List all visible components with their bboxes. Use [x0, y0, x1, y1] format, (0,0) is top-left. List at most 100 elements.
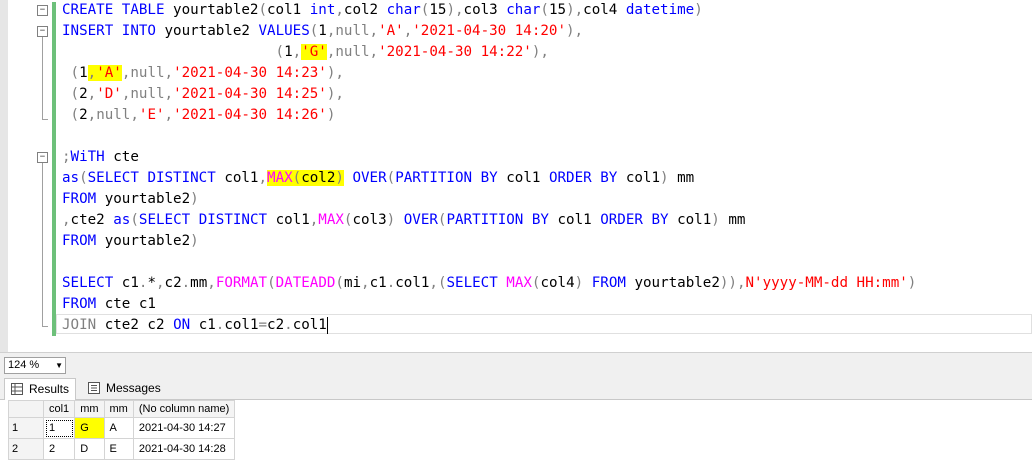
- code-token: col3: [352, 212, 387, 228]
- grid-cell[interactable]: 2: [42, 438, 76, 460]
- grid-corner[interactable]: [8, 400, 44, 418]
- code-token: 'A': [378, 23, 404, 39]
- code-token: char: [386, 2, 421, 18]
- code-line[interactable]: (2,null,'E','2021-04-30 14:26'): [62, 105, 336, 126]
- code-line[interactable]: SELECT c1.*,c2.mm,FORMAT(DATEADD(mi,c1.c…: [62, 273, 916, 294]
- grid-cell[interactable]: 2021-04-30 14:28: [132, 438, 236, 460]
- table-row[interactable]: 1 1 G A 2021-04-30 14:27: [8, 417, 236, 439]
- code-token: c1: [369, 275, 387, 291]
- tab-messages[interactable]: Messages: [82, 378, 162, 399]
- code-token: ,: [361, 275, 370, 291]
- code-token: as: [113, 212, 131, 228]
- editor-statusbar: 124 % ▼: [0, 352, 1032, 375]
- code-token: 15: [548, 2, 567, 18]
- code-token: BY: [651, 212, 678, 228]
- code-token: ,: [164, 86, 174, 102]
- column-header[interactable]: mm: [103, 400, 134, 418]
- grid-cell[interactable]: 2021-04-30 14:27: [132, 417, 236, 439]
- code-token: ),: [566, 2, 584, 18]
- code-line[interactable]: (1,'G',null,'2021-04-30 14:22'),: [62, 42, 549, 63]
- fold-toggle-icon[interactable]: −: [37, 152, 48, 163]
- code-line[interactable]: as(SELECT DISTINCT col1,MAX(col2) OVER(P…: [62, 168, 694, 189]
- code-line[interactable]: ,cte2 as(SELECT DISTINCT col1,MAX(col3) …: [62, 210, 745, 231]
- code-line[interactable]: (1,'A',null,'2021-04-30 14:23'),: [62, 63, 344, 84]
- code-token: 1: [318, 23, 327, 39]
- code-token: ,: [369, 23, 379, 39]
- code-token: ,: [207, 275, 216, 291]
- code-line[interactable]: CREATE TABLE yourtable2(col1 int,col2 ch…: [62, 0, 703, 21]
- grid-cell[interactable]: 1: [42, 417, 76, 439]
- code-token: ,: [258, 170, 268, 186]
- code-token: DISTINCT: [198, 212, 276, 228]
- grid-cell[interactable]: D: [74, 438, 105, 460]
- fold-guide-end: [42, 326, 48, 327]
- text-caret: [326, 316, 328, 334]
- code-token: (: [540, 2, 549, 18]
- tab-results[interactable]: Results: [4, 378, 76, 400]
- code-token: col1: [506, 170, 549, 186]
- code-token: 'D': [96, 86, 122, 102]
- code-token: DISTINCT: [147, 170, 225, 186]
- code-token: SELECT: [62, 275, 122, 291]
- code-token: ;: [62, 149, 71, 165]
- code-token: null: [130, 86, 165, 102]
- code-token: yourtable2: [104, 233, 191, 249]
- code-token: 15: [429, 2, 447, 18]
- code-line[interactable]: FROM yourtable2): [62, 189, 199, 210]
- code-token: ON: [173, 317, 199, 333]
- results-tabbar: Results Messages: [0, 375, 1032, 400]
- code-token: FROM: [62, 233, 105, 249]
- code-token: col1: [267, 2, 310, 18]
- grid-cell[interactable]: E: [103, 438, 134, 460]
- code-token: ,: [62, 212, 71, 228]
- code-token: .: [181, 275, 191, 291]
- code-token: FROM: [62, 191, 105, 207]
- editor-margin: [0, 0, 8, 352]
- zoom-dropdown[interactable]: 124 % ▼: [4, 357, 66, 374]
- row-number[interactable]: 2: [8, 438, 44, 460]
- code-token: ),: [446, 2, 464, 18]
- code-line[interactable]: FROM yourtable2): [62, 231, 199, 252]
- row-number[interactable]: 1: [8, 417, 44, 439]
- column-header[interactable]: col1: [42, 400, 76, 418]
- code-token: (: [386, 170, 396, 186]
- code-token: CREATE: [62, 2, 122, 18]
- code-token: ,: [335, 2, 344, 18]
- code-line[interactable]: (2,'D',null,'2021-04-30 14:25'),: [62, 84, 344, 105]
- code-token: '2021-04-30 14:22': [378, 44, 532, 60]
- code-token: ,: [164, 107, 174, 123]
- grid-header-row: col1 mm mm (No column name): [8, 400, 236, 418]
- code-line[interactable]: ;WiTH cte: [62, 147, 139, 168]
- code-token: ): [907, 275, 917, 291]
- code-token: null: [130, 65, 165, 81]
- code-token: col1: [224, 317, 259, 333]
- code-token: col1: [292, 317, 327, 333]
- fold-toggle-icon[interactable]: −: [37, 26, 48, 37]
- code-token: PARTITION: [446, 212, 532, 228]
- grid-cell[interactable]: A: [103, 417, 134, 439]
- code-token: cte: [113, 149, 139, 165]
- code-token: DATEADD: [275, 275, 336, 291]
- code-token: char: [506, 2, 541, 18]
- code-token: 2: [79, 107, 88, 123]
- code-line[interactable]: INSERT INTO yourtable2 VALUES(1,null,'A'…: [62, 21, 583, 42]
- code-token: ),: [326, 65, 344, 81]
- fold-toggle-icon[interactable]: −: [37, 5, 48, 16]
- results-grid[interactable]: col1 mm mm (No column name) 1 1 G A 2021…: [8, 400, 236, 460]
- code-token: cte2 c2: [104, 317, 174, 333]
- code-line[interactable]: FROM cte c1: [62, 294, 156, 315]
- code-line[interactable]: JOIN cte2 c2 ON c1.col1=c2.col1: [62, 315, 328, 336]
- code-token: yourtable2: [173, 2, 259, 18]
- code-token: .: [284, 317, 293, 333]
- code-token: yourtable2: [104, 191, 191, 207]
- code-token: *: [147, 275, 156, 291]
- column-header[interactable]: mm: [74, 400, 105, 418]
- table-row[interactable]: 2 2 D E 2021-04-30 14:28: [8, 438, 236, 460]
- grid-cell[interactable]: G: [74, 417, 105, 439]
- column-header[interactable]: (No column name): [132, 400, 236, 418]
- code-token: MAX: [267, 170, 293, 186]
- code-token: SELECT: [87, 170, 148, 186]
- sql-editor[interactable]: − − − CREATE TABLE yourtable2(col1 int,c…: [0, 0, 1032, 352]
